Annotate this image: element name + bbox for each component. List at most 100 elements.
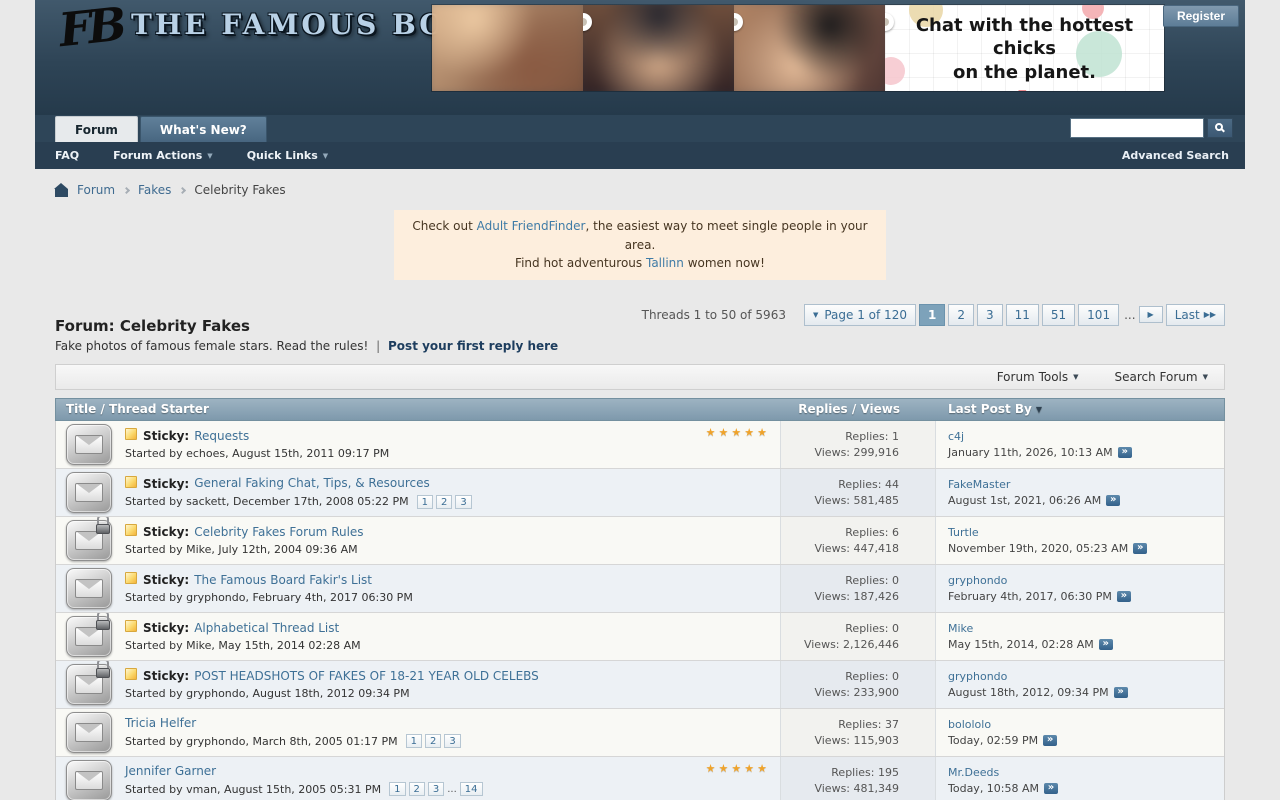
thread-views: Views: 481,349 bbox=[814, 782, 899, 795]
goto-last-post-icon[interactable]: » bbox=[1099, 639, 1113, 650]
thread-title-link[interactable]: Celebrity Fakes Forum Rules bbox=[194, 525, 363, 539]
envelope-icon bbox=[66, 760, 112, 800]
mini-page-button[interactable]: 2 bbox=[409, 782, 425, 796]
thread-title-cell: Sticky: Celebrity Fakes Forum Rules Star… bbox=[56, 517, 781, 564]
goto-last-post-icon[interactable]: » bbox=[1114, 687, 1128, 698]
mini-page-button[interactable]: 1 bbox=[406, 734, 422, 748]
mini-pagination-ellipsis: ... bbox=[447, 784, 457, 795]
mini-page-button[interactable]: 2 bbox=[425, 734, 441, 748]
ad-model-photo[interactable] bbox=[432, 5, 583, 91]
goto-last-post-icon[interactable]: » bbox=[1044, 783, 1058, 794]
first-reply-link[interactable]: Post your first reply here bbox=[388, 339, 558, 353]
faq-link[interactable]: FAQ bbox=[55, 149, 79, 162]
notice-link-friendfinder[interactable]: Adult FriendFinder bbox=[477, 219, 586, 233]
ad-headline-line1: Chat with the hottest chicks bbox=[885, 14, 1164, 61]
mini-page-button[interactable]: 3 bbox=[455, 495, 471, 509]
last-post-date-line: February 4th, 2017, 06:30 PM » bbox=[948, 590, 1224, 603]
thread-title-link[interactable]: Alphabetical Thread List bbox=[194, 621, 339, 635]
ad-model-photo[interactable] bbox=[734, 5, 885, 91]
star-icon: ★ bbox=[719, 426, 732, 439]
page-button[interactable]: 51 bbox=[1042, 304, 1075, 326]
breadcrumb-fakes[interactable]: Fakes bbox=[138, 183, 171, 197]
chevron-down-icon: ▼ bbox=[1203, 373, 1208, 381]
mini-page-button[interactable]: 1 bbox=[417, 495, 433, 509]
column-header-replies[interactable]: Replies / Views bbox=[781, 402, 936, 416]
forum-actions-menu[interactable]: Forum Actions▼ bbox=[113, 149, 213, 162]
register-button[interactable]: Register bbox=[1163, 5, 1239, 27]
search-button[interactable] bbox=[1207, 118, 1233, 138]
column-header-lastpost[interactable]: Last Post By▼ bbox=[936, 402, 1224, 416]
page-button-current[interactable]: 1 bbox=[919, 304, 945, 326]
last-page-button[interactable]: Last▶▶ bbox=[1166, 304, 1225, 326]
pagination-ellipsis: ... bbox=[1124, 308, 1135, 322]
goto-last-post-icon[interactable]: » bbox=[1043, 735, 1057, 746]
last-post-user[interactable]: Turtle bbox=[948, 526, 1224, 539]
ad-photo-blur bbox=[432, 5, 583, 91]
mini-page-button[interactable]: 3 bbox=[428, 782, 444, 796]
forum-tools-menu[interactable]: Forum Tools▼ bbox=[997, 370, 1079, 384]
page-button[interactable]: 3 bbox=[977, 304, 1003, 326]
site-logo-monogram[interactable]: FB bbox=[56, 0, 125, 57]
forum-description-text: Fake photos of famous female stars. Read… bbox=[55, 339, 368, 353]
last-post-user[interactable]: gryphondo bbox=[948, 574, 1224, 587]
thread-text: Sticky: Celebrity Fakes Forum Rules Star… bbox=[125, 524, 364, 556]
mini-page-button[interactable]: 3 bbox=[444, 734, 460, 748]
thread-title-link[interactable]: Tricia Helfer bbox=[125, 716, 196, 730]
quick-links-menu[interactable]: Quick Links▼ bbox=[247, 149, 328, 162]
tab-whats-new[interactable]: What's New? bbox=[140, 116, 267, 142]
banner-ad[interactable]: Chat with the hottest chicks on the plan… bbox=[432, 5, 1164, 91]
search-forum-menu[interactable]: Search Forum▼ bbox=[1115, 370, 1208, 384]
last-post-user[interactable]: Mike bbox=[948, 622, 1224, 635]
pagination: Threads 1 to 50 of 5963 ▼Page 1 of 120 1… bbox=[642, 304, 1225, 326]
thread-title-link[interactable]: General Faking Chat, Tips, & Resources bbox=[194, 476, 430, 490]
home-icon[interactable] bbox=[55, 189, 68, 197]
thread-title-link[interactable]: POST HEADSHOTS OF FAKES OF 18-21 YEAR OL… bbox=[194, 669, 539, 683]
last-post-user[interactable]: Mr.Deeds bbox=[948, 766, 1224, 779]
next-page-button[interactable]: ▶ bbox=[1139, 306, 1163, 323]
notice-link-city[interactable]: Tallinn bbox=[646, 256, 684, 270]
last-post-date-line: November 19th, 2020, 05:23 AM » bbox=[948, 542, 1224, 555]
sticky-prefix: Sticky: bbox=[125, 428, 194, 443]
sticky-note-icon bbox=[125, 620, 137, 632]
goto-last-post-icon[interactable]: » bbox=[1106, 495, 1120, 506]
thread-replies: Replies: 195 bbox=[831, 766, 899, 779]
thread-started-by: Started by vman, August 15th, 2005 05:31… bbox=[125, 783, 381, 796]
thread-title-link[interactable]: Jennifer Garner bbox=[125, 764, 216, 778]
chevron-down-icon: ▼ bbox=[207, 152, 212, 160]
advanced-search-link[interactable]: Advanced Search bbox=[1122, 149, 1229, 162]
envelope-glyph bbox=[75, 771, 103, 790]
breadcrumb-forum[interactable]: Forum bbox=[77, 183, 115, 197]
last-post-user[interactable]: bolololo bbox=[948, 718, 1224, 731]
thread-title-link[interactable]: Requests bbox=[194, 429, 249, 443]
thread-meta-line: Started by sackett, December 17th, 2008 … bbox=[125, 495, 472, 509]
goto-last-post-icon[interactable]: » bbox=[1118, 447, 1132, 458]
last-post-user[interactable]: gryphondo bbox=[948, 670, 1224, 683]
goto-last-post-icon[interactable]: » bbox=[1133, 543, 1147, 554]
ad-model-photo[interactable] bbox=[583, 5, 734, 91]
last-post-user[interactable]: c4j bbox=[948, 430, 1224, 443]
envelope-icon bbox=[66, 664, 112, 705]
page-button[interactable]: 101 bbox=[1078, 304, 1119, 326]
mini-page-button[interactable]: 14 bbox=[460, 782, 483, 796]
lock-icon bbox=[96, 613, 110, 630]
thread-meta-line: Started by Mike, July 12th, 2004 09:36 A… bbox=[125, 543, 364, 556]
last-post-user[interactable]: FakeMaster bbox=[948, 478, 1224, 491]
last-post-date: August 1st, 2021, 06:26 AM bbox=[948, 494, 1101, 507]
thread-title-link[interactable]: The Famous Board Fakir's List bbox=[194, 573, 372, 587]
page-button[interactable]: 11 bbox=[1006, 304, 1039, 326]
mini-page-button[interactable]: 2 bbox=[436, 495, 452, 509]
mini-page-button[interactable]: 1 bbox=[389, 782, 405, 796]
thread-meta-line: Started by gryphondo, August 18th, 2012 … bbox=[125, 687, 539, 700]
page-button[interactable]: 2 bbox=[948, 304, 974, 326]
ad-brand[interactable]: GoodCum bbox=[885, 86, 1164, 91]
goto-last-post-icon[interactable]: » bbox=[1117, 591, 1131, 602]
ad-text-panel[interactable]: Chat with the hottest chicks on the plan… bbox=[885, 5, 1164, 91]
sticky-prefix: Sticky: bbox=[125, 620, 194, 635]
search-input[interactable] bbox=[1070, 118, 1204, 138]
thread-title-line: Sticky: POST HEADSHOTS OF FAKES OF 18-21… bbox=[125, 668, 539, 683]
column-header-title[interactable]: Title / Thread Starter bbox=[56, 402, 781, 416]
tab-forum[interactable]: Forum bbox=[55, 116, 138, 142]
page-selector-dropdown[interactable]: ▼Page 1 of 120 bbox=[804, 304, 916, 326]
envelope-icon bbox=[66, 520, 112, 561]
description-divider: | bbox=[376, 339, 380, 353]
